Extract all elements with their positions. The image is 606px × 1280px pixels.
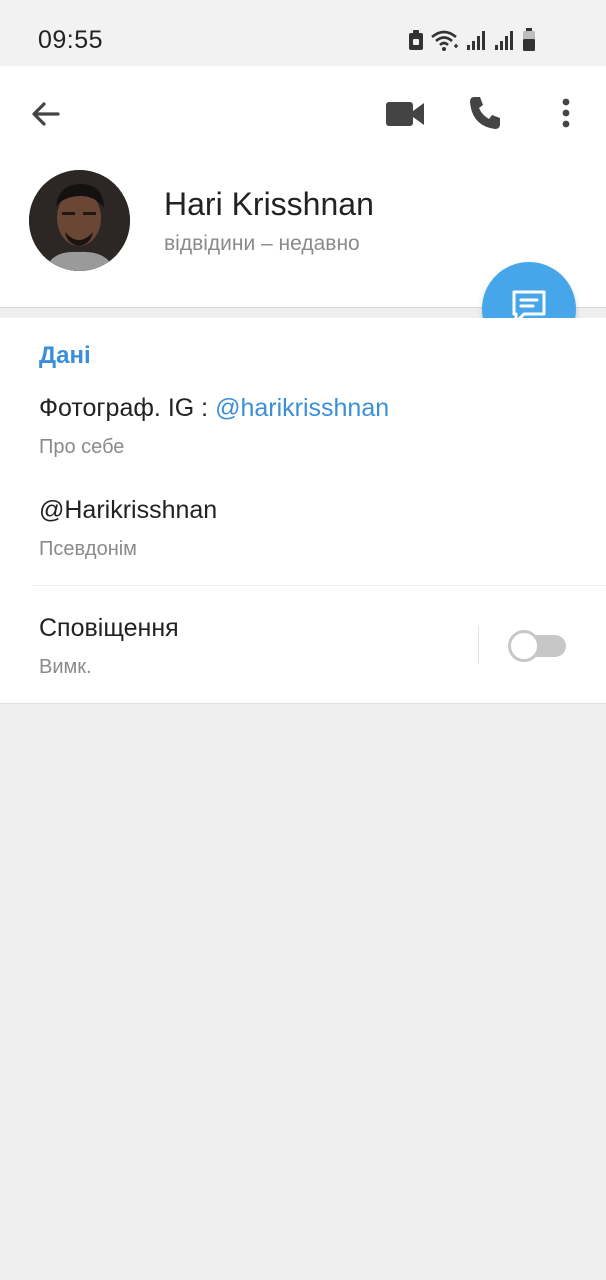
status-time: 09:55 bbox=[38, 26, 104, 54]
bio-row[interactable]: Фотограф. IG : @harikrisshnan bbox=[39, 394, 389, 423]
wifi-icon bbox=[430, 28, 460, 52]
status-bar: 09:55 bbox=[0, 0, 606, 66]
arrow-left-icon bbox=[26, 94, 66, 134]
profile-last-seen: відвідини – недавно bbox=[164, 232, 360, 255]
battery-icon bbox=[522, 28, 536, 52]
bio-caption: Про себе bbox=[39, 436, 125, 458]
call-button[interactable] bbox=[464, 92, 506, 134]
status-icons bbox=[408, 26, 536, 54]
notifications-status: Вимк. bbox=[39, 656, 92, 678]
vertical-separator bbox=[478, 626, 479, 664]
bio-link[interactable]: @harikrisshnan bbox=[215, 394, 389, 422]
more-options-button[interactable] bbox=[552, 94, 580, 134]
section-title: Дані bbox=[39, 342, 91, 369]
username-row[interactable]: @Harikrisshnan bbox=[39, 496, 217, 525]
avatar[interactable] bbox=[29, 170, 130, 271]
signal-icon bbox=[466, 29, 488, 51]
info-panel: Дані Фотограф. IG : @harikrisshnan Про с… bbox=[0, 318, 606, 704]
bio-text: Фотограф. IG : bbox=[39, 394, 216, 422]
phone-icon bbox=[464, 92, 506, 134]
sim-lock-icon bbox=[408, 29, 424, 51]
username-caption: Псевдонім bbox=[39, 538, 137, 560]
signal-icon bbox=[494, 29, 516, 51]
divider bbox=[32, 585, 606, 586]
profile-name: Hari Krisshnan bbox=[164, 186, 374, 222]
back-button[interactable] bbox=[26, 94, 66, 134]
toggle-knob bbox=[508, 630, 540, 662]
video-camera-icon bbox=[384, 94, 426, 134]
notifications-title[interactable]: Сповіщення bbox=[39, 614, 179, 643]
video-call-button[interactable] bbox=[384, 94, 426, 134]
more-vertical-icon bbox=[552, 94, 580, 134]
notifications-toggle[interactable] bbox=[508, 630, 566, 662]
